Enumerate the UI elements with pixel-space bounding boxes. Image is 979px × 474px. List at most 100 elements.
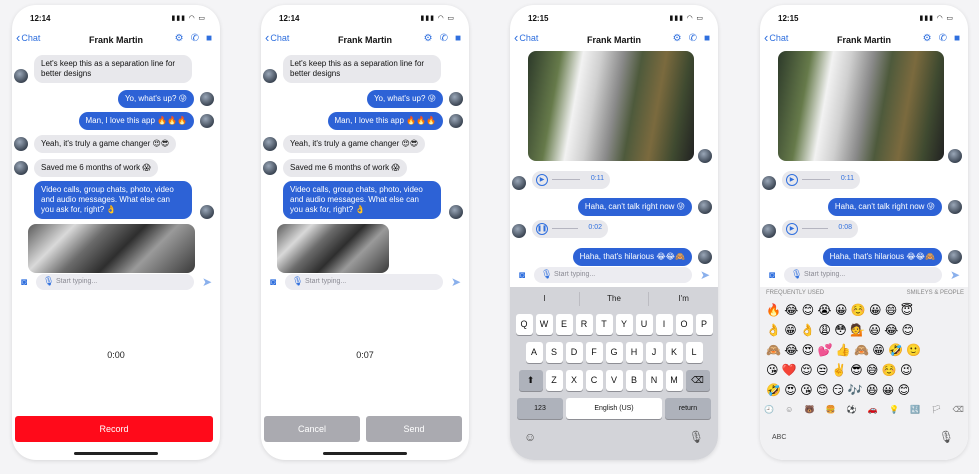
send-icon[interactable]: ➤	[950, 268, 960, 282]
send-icon[interactable]: ➤	[202, 275, 212, 289]
travel-icon[interactable]: 🚗	[868, 405, 878, 414]
emoji-row[interactable]: 🤣 😍 😘 😊 😏 🎶 😆 😀 😊	[766, 380, 968, 400]
audio-track[interactable]	[552, 179, 580, 180]
numbers-key[interactable]: 123	[517, 398, 563, 419]
video-camera-icon[interactable]: ■	[954, 33, 960, 44]
suggestion[interactable]: I	[510, 292, 580, 306]
phone-icon[interactable]: ✆	[191, 33, 199, 44]
send-icon[interactable]: ➤	[451, 275, 461, 289]
audio-track[interactable]	[802, 179, 830, 180]
record-button[interactable]: Record	[15, 416, 213, 442]
shift-key[interactable]: ⬆	[518, 370, 543, 391]
emoji-row[interactable]: 👌 😁 👌 😩 😳 💁 😃 😂 😊	[766, 320, 968, 340]
animals-icon[interactable]: 🐻	[804, 405, 814, 414]
backspace-key[interactable]: ⌫	[685, 370, 710, 391]
photo-message[interactable]	[778, 51, 944, 161]
emoji-row[interactable]: 🙈 😂 😍 💕 👍 🙈 😁 🤣 🙂	[766, 340, 968, 360]
audio-message[interactable]: ▶ 0:08	[782, 220, 858, 238]
phone-icon[interactable]: ✆	[440, 33, 448, 44]
play-icon[interactable]: ▶	[786, 223, 798, 235]
phone-icon[interactable]: ✆	[689, 33, 697, 44]
message-input[interactable]: 🎙 Start typing...	[36, 274, 194, 290]
key[interactable]: E	[555, 314, 573, 335]
smileys-icon[interactable]: ☺	[785, 405, 793, 414]
message-input[interactable]: 🎙 Start typing...	[285, 274, 443, 290]
photo-message[interactable]	[528, 51, 694, 161]
key[interactable]: B	[625, 370, 643, 391]
audio-message[interactable]: ❚❚ 0:02	[532, 220, 608, 238]
audio-message[interactable]: ▶ 0:11	[782, 171, 860, 189]
objects-icon[interactable]: 💡	[889, 405, 899, 414]
recent-icon[interactable]: 🕘	[764, 405, 774, 414]
audio-message[interactable]: ▶ 0:11	[532, 171, 610, 189]
key[interactable]: T	[595, 314, 613, 335]
message-input[interactable]: 🎙 Start typing...	[534, 267, 692, 283]
backspace-icon[interactable]: ⌫	[953, 405, 964, 414]
abc-key[interactable]: ABC	[772, 434, 786, 441]
key[interactable]: M	[665, 370, 683, 391]
key[interactable]: U	[635, 314, 653, 335]
food-icon[interactable]: 🍔	[826, 405, 836, 414]
cancel-button[interactable]: Cancel	[264, 416, 360, 442]
key[interactable]: R	[575, 314, 593, 335]
audio-track[interactable]	[802, 228, 828, 229]
video-camera-icon[interactable]: ■	[206, 33, 212, 44]
gear-icon[interactable]: ⚙	[175, 33, 184, 44]
emoji-icon[interactable]: ☺	[524, 430, 536, 444]
flags-icon[interactable]: 🏳	[931, 405, 941, 414]
photo-message[interactable]	[277, 224, 389, 273]
audio-track[interactable]	[552, 228, 578, 229]
video-camera-icon[interactable]: ■	[704, 33, 710, 44]
photo-message[interactable]	[28, 224, 195, 273]
phone-icon[interactable]: ✆	[939, 33, 947, 44]
gear-icon[interactable]: ⚙	[424, 33, 433, 44]
key[interactable]: N	[645, 370, 663, 391]
send-button[interactable]: Send	[366, 416, 462, 442]
key[interactable]: S	[545, 342, 563, 363]
key[interactable]: X	[565, 370, 583, 391]
key[interactable]: C	[585, 370, 603, 391]
microphone-icon[interactable]: 🎙	[292, 276, 303, 287]
play-icon[interactable]: ▶	[786, 174, 798, 186]
dictation-icon[interactable]: 🎙	[689, 430, 704, 444]
microphone-icon[interactable]: 🎙	[541, 269, 552, 280]
key[interactable]: F	[585, 342, 603, 363]
suggestion[interactable]: I'm	[649, 292, 718, 306]
emoji-row[interactable]: 🔥 😂 😊 😭 😀 ☺️ 😀 😄 😇	[766, 300, 968, 320]
key[interactable]: A	[525, 342, 543, 363]
key[interactable]: G	[605, 342, 623, 363]
dictation-icon[interactable]: 🎙	[939, 430, 954, 444]
key[interactable]: Y	[615, 314, 633, 335]
key[interactable]: D	[565, 342, 583, 363]
video-camera-icon[interactable]: ■	[455, 33, 461, 44]
key[interactable]: V	[605, 370, 623, 391]
camera-icon[interactable]: ◙	[769, 270, 775, 281]
suggestion[interactable]: The	[580, 292, 650, 306]
camera-icon[interactable]: ◙	[21, 277, 27, 288]
gear-icon[interactable]: ⚙	[923, 33, 932, 44]
key[interactable]: I	[655, 314, 673, 335]
key[interactable]: Z	[545, 370, 563, 391]
camera-icon[interactable]: ◙	[270, 277, 276, 288]
activity-icon[interactable]: ⚽	[847, 405, 857, 414]
camera-icon[interactable]: ◙	[519, 270, 525, 281]
key[interactable]: P	[695, 314, 713, 335]
key[interactable]: W	[535, 314, 553, 335]
play-icon[interactable]: ▶	[536, 174, 548, 186]
key[interactable]: O	[675, 314, 693, 335]
microphone-icon[interactable]: 🎙	[43, 276, 54, 287]
pause-icon[interactable]: ❚❚	[536, 223, 548, 235]
message-input[interactable]: 🎙 Start typing...	[784, 267, 942, 283]
key[interactable]: H	[625, 342, 643, 363]
return-key[interactable]: return	[665, 398, 711, 419]
key[interactable]: J	[645, 342, 663, 363]
key[interactable]: L	[685, 342, 703, 363]
send-icon[interactable]: ➤	[700, 268, 710, 282]
gear-icon[interactable]: ⚙	[673, 33, 682, 44]
microphone-icon[interactable]: 🎙	[791, 269, 802, 280]
space-key[interactable]: English (US)	[566, 398, 662, 419]
emoji-row[interactable]: 😘 ❤️ 😌 😒 ✌️ 😎 😅 ☺️ 😉	[766, 360, 968, 380]
symbols-icon[interactable]: 🔣	[910, 405, 920, 414]
key[interactable]: K	[665, 342, 683, 363]
key[interactable]: Q	[515, 314, 533, 335]
